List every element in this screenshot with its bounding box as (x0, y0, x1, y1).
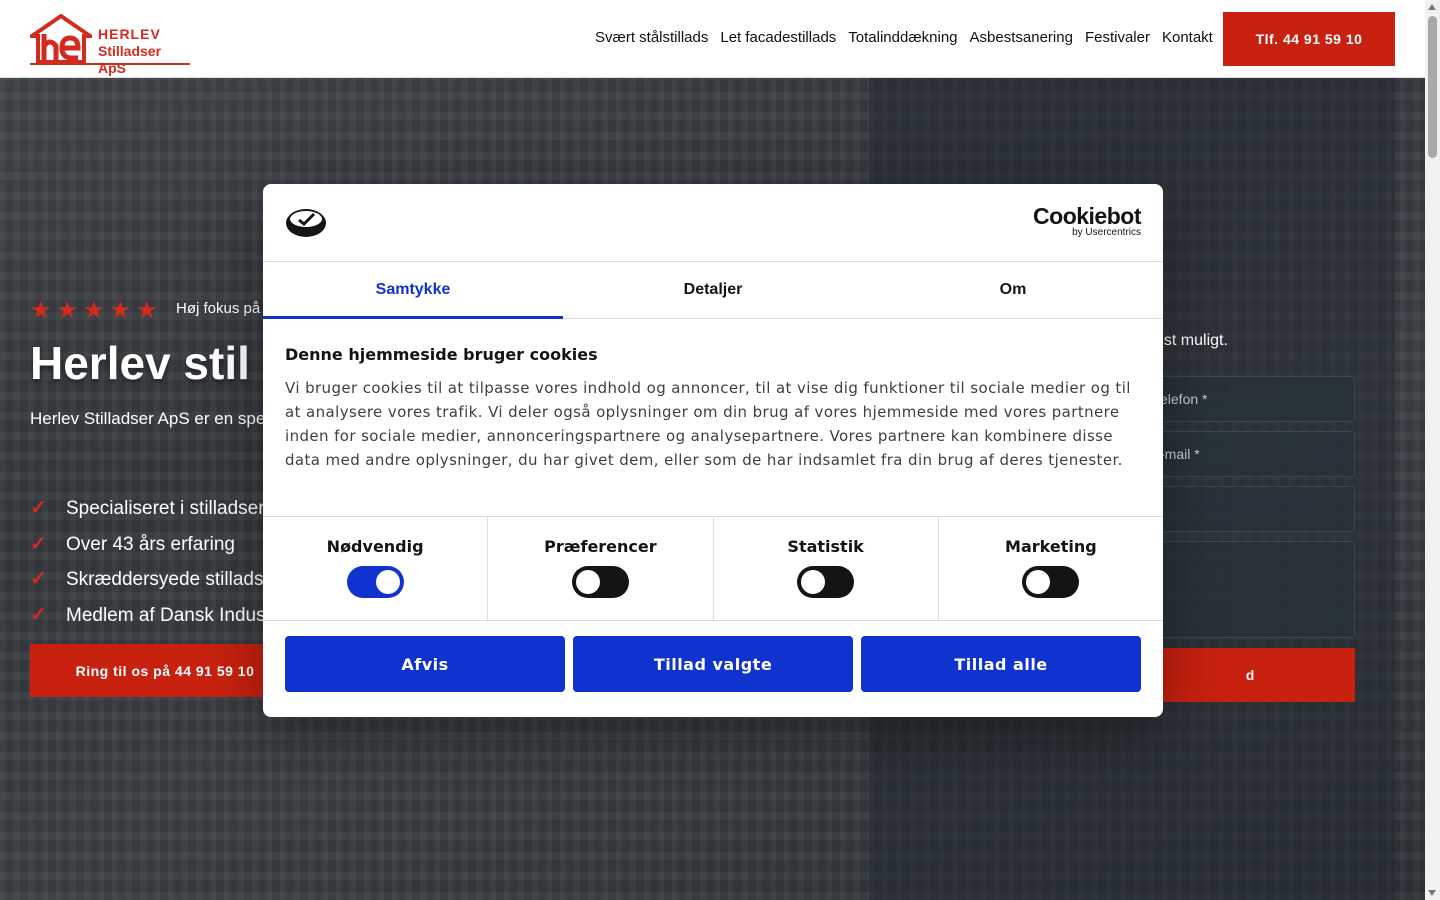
reject-button[interactable]: Afvis (285, 636, 565, 692)
dialog-header: Cookiebot by Usercentrics (263, 184, 1163, 262)
toggle-group-marketing: Marketing (939, 517, 1163, 620)
cookiebot-logo-icon (286, 209, 326, 237)
call-button[interactable]: Ring til os på 44 91 59 10 (30, 644, 300, 697)
feature-item: ✓ Skræddersyede stilladsl (30, 562, 268, 598)
toggle-noedvendig[interactable] (346, 566, 404, 598)
check-icon: ✓ (30, 568, 47, 590)
dialog-tabs: Samtykke Detaljer Om (263, 262, 1163, 319)
star-icon: ★ (109, 297, 132, 324)
tab-om[interactable]: Om (863, 262, 1163, 318)
main-nav: Svært stålstillads Let facadestillads To… (589, 28, 1219, 48)
star-icon: ★ (56, 297, 79, 324)
cookiebot-brand: Cookiebot by Usercentrics (1033, 204, 1141, 238)
toggle-label: Marketing (1005, 537, 1097, 556)
toggle-group-statistik: Statistik (714, 517, 939, 620)
toggle-marketing[interactable] (1022, 566, 1080, 598)
logo-line2: Stilladser ApS (98, 43, 162, 76)
allow-all-button[interactable]: Tillad alle (861, 636, 1141, 692)
rating-stars: ★ ★ ★ ★ ★ (30, 296, 158, 325)
allow-selected-button[interactable]: Tillad valgte (573, 636, 853, 692)
star-icon: ★ (83, 297, 105, 324)
brand-name: Cookiebot (1033, 203, 1141, 229)
scroll-down-icon[interactable] (1428, 890, 1436, 896)
nav-asbestsanering[interactable]: Asbestsanering (964, 28, 1079, 48)
toggle-knob (575, 570, 600, 594)
message-textarea[interactable] (1145, 541, 1355, 638)
nav-totalinddaekning[interactable]: Totalinddækning (842, 28, 963, 48)
dialog-actions: Afvis Tillad valgte Tillad alle (263, 621, 1163, 707)
star-icon: ★ (136, 297, 158, 324)
site-header: HERLEV Stilladser ApS Svært stålstillads… (0, 0, 1425, 78)
toggle-group-praeferencer: Præferencer (488, 517, 714, 620)
check-icon: ✓ (30, 532, 47, 555)
toggle-knob (375, 570, 400, 594)
logo-underline (30, 63, 190, 65)
phone-field[interactable]: elefon * (1145, 376, 1355, 422)
dialog-heading: Denne hjemmeside bruger cookies (285, 345, 598, 364)
check-icon: ✓ (30, 603, 47, 626)
feature-item: ✓ Specialiseret i stilladser (30, 491, 268, 527)
hero-title: Herlev stil (30, 337, 250, 389)
scroll-up-icon[interactable] (1428, 4, 1436, 10)
toggle-label: Statistik (787, 537, 864, 556)
logo-line1: HERLEV (98, 26, 161, 42)
toggle-statistik[interactable] (797, 566, 855, 598)
toggle-label: Præferencer (544, 537, 657, 556)
toggle-knob (801, 570, 826, 594)
feature-item: ✓ Medlem af Dansk Indus (30, 598, 268, 634)
tab-samtykke[interactable]: Samtykke (263, 262, 563, 319)
toggle-label: Nødvendig (326, 537, 424, 556)
toggle-group-noedvendig: Nødvendig (263, 517, 489, 620)
toggle-knob (1026, 570, 1051, 594)
email-field[interactable]: -mail * (1145, 431, 1355, 477)
dialog-description: Vi bruger cookies til at tilpasse vores … (285, 379, 1131, 469)
scroll-thumb[interactable] (1428, 16, 1437, 158)
site-logo[interactable]: HERLEV Stilladser ApS (30, 14, 192, 76)
house-logo-icon (30, 14, 92, 64)
consent-toggles: Nødvendig Præferencer Statistik Marketin… (263, 516, 1163, 621)
feature-list: ✓ Specialiseret i stilladser ✓ Over 43 års… (30, 491, 268, 633)
submit-button[interactable]: d (1145, 648, 1355, 702)
dialog-body: Denne hjemmeside bruger cookies Vi bruge… (263, 319, 1163, 516)
nav-festivaler[interactable]: Festivaler (1079, 28, 1156, 48)
tab-detaljer[interactable]: Detaljer (563, 262, 863, 318)
cookie-consent-dialog: Cookiebot by Usercentrics Samtykke Detal… (263, 184, 1163, 717)
nav-let-facadestillads[interactable]: Let facadestillads (714, 28, 842, 48)
feature-item: ✓ Over 43 års erfaring (30, 527, 268, 563)
toggle-praeferencer[interactable] (571, 566, 629, 598)
form-lead-text: gst muligt. (1155, 332, 1228, 349)
check-icon: ✓ (30, 497, 47, 519)
nav-svaert-staalstillads[interactable]: Svært stålstillads (589, 28, 714, 48)
phone-button[interactable]: Tlf. 44 91 59 10 (1223, 12, 1395, 66)
rating-text: Høj fokus på (176, 300, 261, 317)
brand-sub: by Usercentrics (1072, 227, 1141, 238)
text-field[interactable] (1145, 486, 1355, 532)
page-scrollbar[interactable] (1425, 0, 1440, 900)
nav-kontakt[interactable]: Kontakt (1156, 28, 1219, 48)
star-icon: ★ (30, 297, 52, 324)
